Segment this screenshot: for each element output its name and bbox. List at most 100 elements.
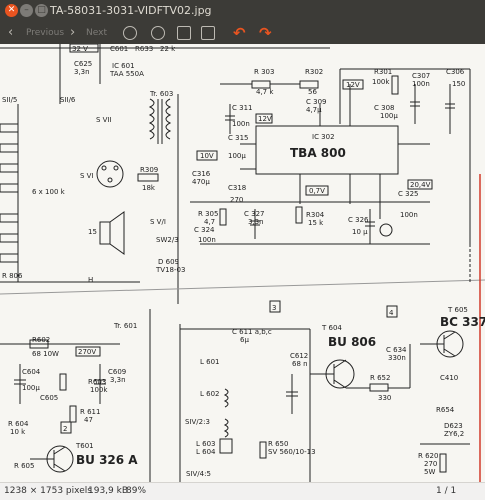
label-r652: R 652 [370, 374, 390, 382]
label-r620v: 270 [424, 460, 437, 468]
close-icon[interactable]: ✕ [5, 4, 18, 17]
label-r611: R 611 [80, 408, 100, 416]
label-c326v: 10 µ [352, 228, 368, 236]
label-r620: R 620 [418, 452, 438, 460]
label-ic601: IC 601 [112, 62, 135, 70]
label-t605: T 605 [447, 306, 468, 314]
label-c634v: 330n [388, 354, 406, 362]
label-r305v: 4,7 [204, 218, 215, 226]
label-07v: 0,7V [309, 187, 325, 195]
chevron-right-icon[interactable]: › [70, 22, 75, 44]
label-c609v: 3,3n [110, 376, 126, 384]
label-r303v: 4,7 k [256, 88, 274, 96]
label-c604v: 100µ [22, 384, 40, 392]
label-270: 270 [230, 196, 243, 204]
label-15: 15 [88, 228, 97, 236]
label-10v: 10V [200, 152, 214, 160]
label-c315v: 100µ [228, 152, 246, 160]
label-r604: R 604 [8, 420, 29, 428]
zoom-out-icon[interactable] [151, 26, 165, 40]
previous-button[interactable]: Previous [26, 22, 64, 44]
zoom-in-icon[interactable] [123, 26, 137, 40]
label-svi-switch: S V/I [150, 218, 166, 226]
marker-3: 3 [272, 304, 276, 312]
label-r309: R309 [140, 166, 158, 174]
label-r301v: 100k [372, 78, 390, 86]
title-bar: ✕ – □ TA-58031-3031-VIDFTV02.jpg [0, 0, 485, 22]
label-l601: L 601 [200, 358, 220, 366]
label-r652v: 330 [378, 394, 391, 402]
label-c311v: 100n [232, 120, 250, 128]
image-dimensions: 1238 × 1753 pixels [4, 486, 92, 496]
label-c306: C306 [446, 68, 465, 76]
rotate-right-icon[interactable]: ↷ [259, 22, 272, 44]
label-r303: R 303 [254, 68, 274, 76]
label-r304v: 15 k [308, 219, 324, 227]
marker-4: 4 [389, 309, 394, 317]
label-12v: 12V [258, 115, 272, 123]
label-c315: C 315 [228, 134, 248, 142]
label-c316: C316 [192, 170, 211, 178]
label-c326: C 326 [348, 216, 369, 224]
window-title: TA-58031-3031-VIDFTV02.jpg [50, 4, 212, 17]
label-c605: C605 [40, 394, 58, 402]
label-12v-b: 12V [346, 81, 360, 89]
label-204v: 20,4V [410, 181, 431, 189]
label-svi: S VI [80, 172, 94, 180]
zoom-normal-icon[interactable] [177, 26, 191, 40]
file-size: 193,9 kB [88, 486, 129, 496]
chevron-left-icon[interactable]: ‹ [8, 22, 13, 44]
label-r650: R 650 [268, 440, 288, 448]
label-c612: C612 [290, 352, 308, 360]
label-r806: R 806 [2, 272, 23, 280]
label-c611: C 611 a,b,c [232, 328, 272, 336]
label-d623: D623 [444, 422, 463, 430]
label-s115: SII/5 [2, 96, 17, 104]
label-c306v: 150 [452, 80, 465, 88]
schematic-image: C625 3,3n IC 601 TAA 550A C601 R633 22 k… [0, 44, 485, 482]
label-c325v: 100n [400, 211, 418, 219]
label-r604v: 10 k [10, 428, 26, 436]
zoom-level: 89% [126, 486, 147, 496]
label-c307: C307 [412, 72, 430, 80]
label-l604: L 604 [196, 448, 216, 456]
label-c309: C 309 [306, 98, 326, 106]
label-c327v: 3,3n [248, 218, 264, 226]
label-h: H [88, 276, 93, 284]
label-32v: 32 V [72, 45, 88, 53]
rotate-left-icon[interactable]: ↶ [233, 22, 246, 44]
toolbar: ‹ Previous › Next ↶ ↷ [0, 22, 485, 44]
label-c308v: 100µ [380, 112, 398, 120]
label-ic601t: TAA 550A [109, 70, 144, 78]
label-c625v: 3,3n [74, 68, 90, 76]
image-canvas[interactable]: C625 3,3n IC 601 TAA 550A C601 R633 22 k… [0, 44, 485, 482]
label-r305: R 305 [198, 210, 218, 218]
marker-2: 2 [63, 425, 67, 433]
label-r611v: 47 [84, 416, 93, 424]
label-c316v: 470µ [192, 178, 210, 186]
label-r605: R 605 [14, 462, 34, 470]
minimize-icon[interactable]: – [20, 4, 33, 17]
label-r309v: 18k [142, 184, 156, 192]
fit-window-icon[interactable] [201, 26, 215, 40]
status-bar: 1238 × 1753 pixels 193,9 kB 89% 1 / 1 [0, 482, 485, 500]
label-c325: C 325 [398, 190, 418, 198]
label-r633: R633 [135, 45, 153, 53]
label-r602: R602 [32, 336, 50, 344]
label-bc337: BC 337 [440, 315, 485, 329]
label-c324v: 100n [198, 236, 216, 244]
label-c309v: 4,7µ [306, 106, 322, 114]
label-r633v: 22 k [160, 45, 176, 53]
label-r304: R304 [306, 211, 325, 219]
label-r302: R302 [305, 68, 323, 76]
next-button[interactable]: Next [86, 22, 107, 44]
label-r620w: 5W [424, 468, 435, 476]
label-tr601: Tr. 601 [113, 322, 137, 330]
label-s116: SII/6 [60, 96, 76, 104]
label-d609: D 609 [158, 258, 179, 266]
label-6x100k: 6 x 100 k [32, 188, 66, 196]
label-c324: C 324 [194, 226, 215, 234]
label-c612v: 68 n [292, 360, 308, 368]
maximize-icon[interactable]: □ [35, 4, 48, 17]
label-270v: 270V [78, 348, 96, 356]
